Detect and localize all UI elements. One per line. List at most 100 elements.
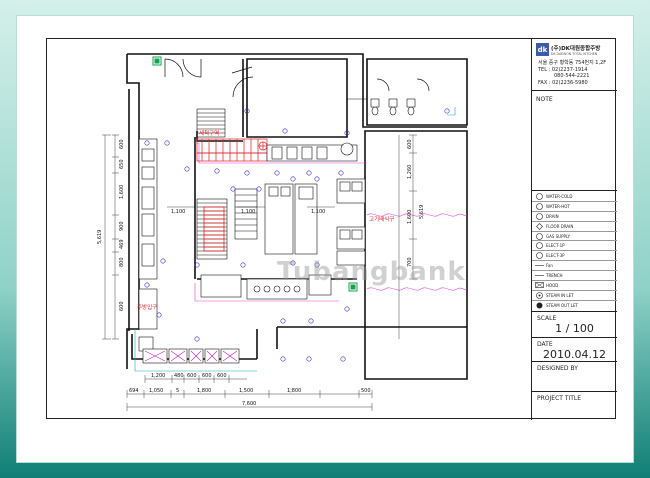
dim-bottom-1: 600 — [217, 373, 227, 379]
utility-point — [184, 166, 190, 172]
legend-label: STEAM OUT LET — [546, 302, 578, 308]
circle-icon — [532, 232, 546, 240]
designed-by-field: DESIGNED BY — [532, 362, 617, 392]
dim-inner: 1,100 — [241, 209, 255, 215]
dim-left-part: 469 — [119, 239, 125, 249]
circle-filled-icon — [532, 302, 546, 309]
utility-point — [306, 356, 312, 362]
dim-bottom-1: 1,200 — [151, 373, 165, 379]
circle-icon — [532, 252, 546, 260]
dim-bottom-2: 1,800 — [287, 388, 301, 394]
legend-row: STEAM OUT LET — [532, 299, 617, 310]
dish-rack — [203, 206, 225, 252]
room-label-entrance: 주방입구 — [137, 303, 157, 311]
utility-point — [280, 356, 286, 362]
legend-row: FLOOR DRAIN — [532, 220, 617, 231]
box-x-icon — [532, 282, 546, 289]
legend-label: WATER-HOT — [546, 203, 570, 209]
dim-left-part: 900 — [119, 221, 125, 231]
circle-icon — [532, 242, 546, 250]
title-block: dk (주)DK대원종합주방 DK DAEWON TOTAL KITCHEN 서… — [531, 39, 617, 420]
date-label: DATE — [537, 340, 553, 348]
legend-row: DRAIN — [532, 210, 617, 221]
utility-point — [314, 176, 320, 182]
legend-label: WATER-COLD — [546, 193, 573, 199]
drawing-sheet: 5,619 600 650 1,600 900 469 800 600 5,61… — [46, 38, 617, 420]
designed-by-label: DESIGNED BY — [537, 364, 578, 372]
diamond-icon — [532, 222, 546, 230]
legend-row: TRENCH — [532, 270, 617, 280]
utility-point — [340, 356, 346, 362]
company-name-en: DK DAEWON TOTAL KITCHEN — [551, 51, 598, 56]
dim-left-total: 5,619 — [97, 230, 103, 244]
utility-point — [244, 170, 250, 176]
legend-label: TRENCH — [546, 273, 563, 279]
date-field: DATE 2010.04.12 — [532, 338, 617, 362]
dim-left-part: 800 — [119, 257, 125, 267]
note-section: NOTE — [532, 91, 617, 191]
dim-bottom-1: 600 — [202, 373, 212, 379]
dim-bottom-2: 500 — [361, 388, 371, 394]
utility-point — [444, 108, 450, 114]
legend: WATER-COLD WATER-HOT DRAIN FLOOR DRAIN GAS S… — [532, 191, 617, 312]
dim-bottom-total: 7,600 — [242, 401, 256, 407]
legend-label: HOOD — [546, 282, 559, 288]
restroom-fixtures — [347, 98, 416, 116]
dim-right-total: 5,619 — [419, 205, 425, 219]
utility-point — [280, 318, 286, 324]
utility-point — [240, 262, 246, 268]
dim-bottom-2: 5 — [176, 388, 179, 394]
utility-point — [306, 170, 312, 176]
room-label-meat: 고기배식구 — [369, 215, 394, 223]
legend-row: GAS SUPPLY — [532, 230, 617, 241]
utility-point — [214, 168, 220, 174]
legend-row: WATER-COLD — [532, 192, 617, 201]
left-equipment — [138, 138, 158, 330]
utility-point — [230, 186, 236, 192]
sinks-row — [138, 336, 240, 364]
legend-label: ELECT-3P — [546, 253, 565, 259]
legend-label: DRAIN — [546, 213, 559, 219]
dim-bottom-1: 480 — [174, 373, 184, 379]
utility-point — [274, 170, 280, 176]
scale-field: SCALE 1 / 100 — [532, 312, 617, 338]
utility-point — [282, 128, 288, 134]
legend-label: STEAM IN LET — [546, 292, 574, 298]
scale-value: 1 / 100 — [555, 321, 594, 335]
utility-point — [144, 282, 150, 288]
legend-label: GAS SUPPLY — [546, 233, 571, 239]
dim-bottom-2: 1,050 — [149, 388, 163, 394]
legend-label: ELECT-1P — [546, 243, 565, 249]
company-name: (주)DK대원종합주방 — [551, 45, 601, 52]
dim-inner: 1,100 — [311, 209, 325, 215]
line-icon — [532, 273, 546, 278]
circle-open-icon — [532, 292, 546, 299]
utility-point — [194, 336, 200, 342]
legend-row: ELECT-3P — [532, 250, 617, 260]
company-address: 서울 중구 황학동 754번지 1,2F — [538, 60, 607, 66]
dim-left-part: 600 — [119, 301, 125, 311]
dim-bottom-2: 1,800 — [197, 388, 211, 394]
line-icon — [532, 263, 546, 268]
legend-row: STEAM IN LET — [532, 289, 617, 300]
logo-mark: dk — [536, 43, 549, 56]
project-title-field: PROJECT TITLE — [532, 392, 617, 405]
project-title-label: PROJECT TITLE — [537, 394, 582, 402]
legend-row: WATER-HOT — [532, 200, 617, 211]
exit-markers — [152, 56, 358, 292]
date-value: 2010.04.12 — [543, 347, 606, 361]
room-label-wash: 세척구역 — [199, 129, 219, 137]
utility-point — [308, 318, 314, 324]
utility-point — [290, 176, 296, 182]
circle-icon — [532, 193, 546, 200]
watermark: Tubangbank — [277, 257, 466, 287]
legend-row: Fan — [532, 260, 617, 270]
utility-point — [344, 306, 350, 312]
utility-point — [338, 170, 344, 176]
utility-point — [164, 140, 170, 146]
legend-label: Fan — [546, 263, 553, 269]
legend-row: ELECT-1P — [532, 240, 617, 250]
utility-point — [160, 258, 166, 264]
utility-point — [256, 186, 262, 192]
legend-row: HOOD — [532, 280, 617, 290]
